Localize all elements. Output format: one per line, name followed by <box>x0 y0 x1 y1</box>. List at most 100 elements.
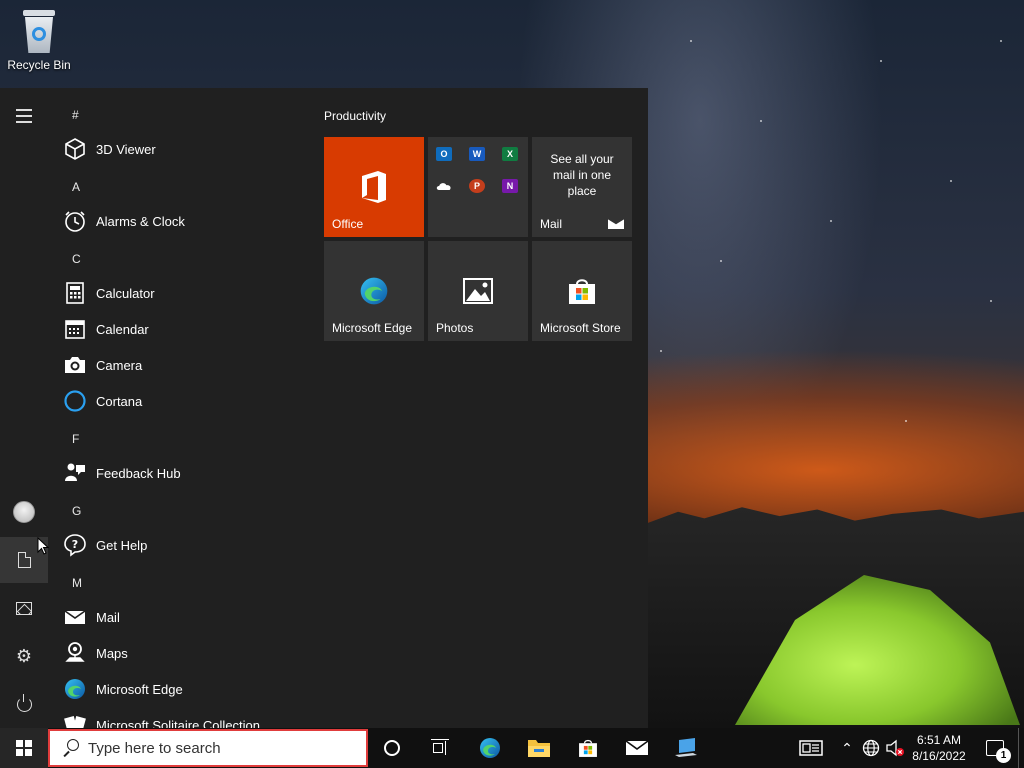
app-item-alarms-clock[interactable]: Alarms & Clock <box>56 203 306 239</box>
photos-icon <box>463 278 493 304</box>
word-icon: W <box>469 147 485 161</box>
mail-icon <box>625 740 649 755</box>
tile-store-label: Microsoft Store <box>540 321 621 335</box>
taskbar-edge[interactable] <box>470 728 510 768</box>
taskbar-search[interactable] <box>48 729 368 767</box>
letter-header-label: A <box>72 180 81 194</box>
hamburger-icon <box>16 107 32 125</box>
edge-icon <box>360 277 388 305</box>
task-view-icon <box>431 739 449 756</box>
tile-office[interactable]: Office <box>324 137 424 237</box>
tile-photos-label: Photos <box>436 321 474 335</box>
recycle-bin-shortcut[interactable]: Recycle Bin <box>6 6 72 78</box>
letter-header-label: F <box>72 432 80 446</box>
app-item-label: Maps <box>96 645 128 661</box>
show-desktop-button[interactable] <box>1018 728 1024 768</box>
letter-header[interactable]: G <box>56 493 306 529</box>
app-list: # 3D Viewer A Alarms & Clock C Calculato… <box>56 88 306 728</box>
news-and-interests-button[interactable] <box>796 728 826 768</box>
user-account-button[interactable] <box>0 489 48 535</box>
start-button[interactable] <box>0 728 48 768</box>
cards-icon <box>63 713 87 728</box>
clock-date: 8/16/2022 <box>912 749 966 763</box>
start-menu: ⚙ # 3D Viewer A Alarms & Clock C Calcula… <box>0 88 648 728</box>
show-hidden-icons-button[interactable]: ⌃ <box>838 728 856 768</box>
tile-mail-label: Mail <box>540 217 563 231</box>
store-icon <box>569 279 595 304</box>
taskbar-microsoft-store[interactable] <box>568 728 608 768</box>
letter-header-label: # <box>72 108 79 122</box>
onedrive-icon <box>436 179 452 193</box>
edge-icon <box>63 677 87 701</box>
pictures-icon <box>16 601 32 615</box>
power-button[interactable] <box>0 681 48 727</box>
feedback-icon <box>63 461 87 485</box>
powerpoint-icon: P <box>469 179 485 193</box>
app-item-calculator[interactable]: Calculator <box>56 275 306 311</box>
globe-icon <box>862 739 880 757</box>
mail-icon <box>63 605 87 629</box>
mouse-cursor-icon <box>37 537 49 555</box>
app-item-label: Microsoft Edge <box>96 681 183 697</box>
tile-office-apps[interactable]: O W X P N <box>428 137 528 237</box>
search-icon <box>60 738 80 758</box>
letter-header[interactable]: # <box>56 97 306 133</box>
expand-menu-button[interactable] <box>0 93 48 139</box>
app-item-label: Feedback Hub <box>96 465 181 481</box>
app-item-camera[interactable]: Camera <box>56 347 306 383</box>
excel-icon: X <box>502 147 518 161</box>
letter-header-label: M <box>72 576 82 590</box>
news-icon <box>799 740 823 756</box>
app-item-mail[interactable]: Mail <box>56 599 306 635</box>
settings-button[interactable]: ⚙ <box>0 633 48 679</box>
cube-icon <box>63 137 87 161</box>
search-input[interactable] <box>88 739 348 757</box>
letter-header[interactable]: A <box>56 169 306 205</box>
app-item-3d-viewer[interactable]: 3D Viewer <box>56 131 306 167</box>
letter-header[interactable]: M <box>56 565 306 601</box>
taskbar-mail[interactable] <box>617 728 657 768</box>
volume-button[interactable] <box>884 728 906 768</box>
envelope-icon <box>608 219 624 229</box>
recycle-bin-icon <box>21 10 57 54</box>
taskbar-pc-app[interactable] <box>666 728 706 768</box>
clock-button[interactable]: 6:51 AM 8/16/2022 <box>908 728 970 768</box>
action-center-button[interactable]: 1 <box>980 728 1011 768</box>
tile-mail[interactable]: See all your mail in one place Mail <box>532 137 632 237</box>
pictures-button[interactable] <box>0 585 48 631</box>
app-item-cortana[interactable]: Cortana <box>56 383 306 419</box>
app-item-label: Cortana <box>96 393 143 409</box>
avatar <box>13 501 35 523</box>
letter-header[interactable]: C <box>56 241 306 277</box>
app-item-label: Alarms & Clock <box>96 213 185 229</box>
app-item-solitaire[interactable]: Microsoft Solitaire Collection <box>56 707 306 728</box>
network-button[interactable] <box>860 728 882 768</box>
camera-icon <box>63 353 87 377</box>
app-item-maps[interactable]: Maps <box>56 635 306 671</box>
app-item-microsoft-edge[interactable]: Microsoft Edge <box>56 671 306 707</box>
edge-icon <box>480 738 500 758</box>
app-item-feedback-hub[interactable]: Feedback Hub <box>56 455 306 491</box>
cortana-button[interactable] <box>372 728 412 768</box>
help-icon: ? <box>63 533 87 557</box>
notification-icon: 1 <box>986 740 1011 763</box>
windows-logo-icon <box>16 740 32 756</box>
office-logo-icon <box>362 171 386 203</box>
task-view-button[interactable] <box>420 728 460 768</box>
tile-group-title[interactable]: Productivity <box>324 109 386 123</box>
app-item-get-help[interactable]: ? Get Help <box>56 527 306 563</box>
volume-muted-icon <box>886 739 904 757</box>
app-item-calendar[interactable]: Calendar <box>56 311 306 347</box>
letter-header[interactable]: F <box>56 421 306 457</box>
tile-microsoft-store[interactable]: Microsoft Store <box>532 241 632 341</box>
app-item-label: 3D Viewer <box>96 141 156 157</box>
chevron-up-icon: ⌃ <box>841 739 853 756</box>
onenote-icon: N <box>502 179 518 193</box>
app-item-label: Get Help <box>96 537 148 553</box>
notification-badge: 1 <box>996 748 1011 763</box>
app-item-label: Calculator <box>96 285 155 301</box>
taskbar-file-explorer[interactable] <box>519 728 559 768</box>
clock-time: 6:51 AM <box>916 733 962 747</box>
tile-photos[interactable]: Photos <box>428 241 528 341</box>
tile-microsoft-edge[interactable]: Microsoft Edge <box>324 241 424 341</box>
